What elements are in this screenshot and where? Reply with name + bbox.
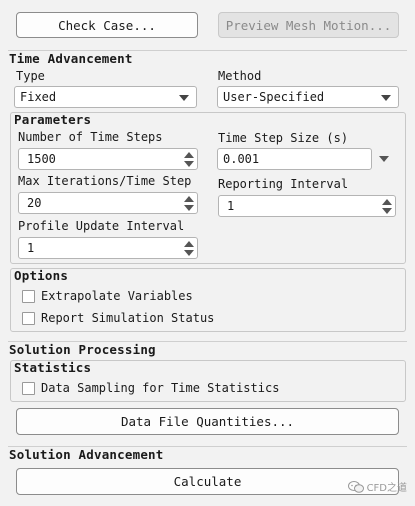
check-case-button[interactable]: Check Case...: [16, 12, 198, 38]
preview-mesh-motion-button: Preview Mesh Motion...: [218, 12, 399, 38]
data-sampling-checkbox[interactable]: [22, 381, 35, 395]
step-size-value: 0.001: [223, 152, 260, 166]
reporting-spinner[interactable]: 1: [218, 195, 396, 217]
extrapolate-label: Extrapolate Variables: [41, 289, 193, 303]
spinner-arrows-icon[interactable]: [184, 240, 194, 257]
extrapolate-checkbox[interactable]: [22, 289, 35, 303]
type-select-value: Fixed: [20, 90, 57, 104]
spinner-arrows-icon[interactable]: [184, 195, 194, 212]
chevron-down-icon: [179, 95, 189, 101]
chevron-down-icon[interactable]: [379, 156, 389, 162]
profile-label: Profile Update Interval: [18, 219, 185, 233]
solution-advancement-title: Solution Advancement: [9, 447, 164, 462]
method-label: Method: [218, 69, 262, 83]
extrapolate-checkbox-row[interactable]: Extrapolate Variables: [22, 289, 193, 303]
solution-processing-title: Solution Processing: [9, 342, 156, 357]
parameters-title: Parameters: [14, 112, 92, 127]
num-steps-value: 1500: [27, 152, 56, 166]
data-sampling-label: Data Sampling for Time Statistics: [41, 381, 280, 395]
spinner-arrows-icon[interactable]: [382, 198, 392, 215]
report-status-checkbox[interactable]: [22, 311, 35, 325]
type-select[interactable]: Fixed: [14, 86, 197, 108]
report-status-checkbox-row[interactable]: Report Simulation Status: [22, 311, 214, 325]
chevron-down-icon: [381, 95, 391, 101]
options-title: Options: [14, 268, 69, 283]
data-file-quantities-button[interactable]: Data File Quantities...: [16, 408, 399, 435]
data-sampling-checkbox-row[interactable]: Data Sampling for Time Statistics: [22, 381, 279, 395]
max-iter-spinner[interactable]: 20: [18, 192, 198, 214]
type-label: Type: [16, 69, 45, 83]
method-select-value: User-Specified: [223, 90, 325, 104]
calculate-button[interactable]: Calculate: [16, 468, 399, 495]
method-select[interactable]: User-Specified: [217, 86, 399, 108]
step-size-label: Time Step Size (s): [218, 131, 349, 145]
reporting-value: 1: [227, 199, 235, 213]
profile-spinner[interactable]: 1: [18, 237, 198, 259]
max-iter-label: Max Iterations/Time Step: [18, 174, 192, 188]
profile-value: 1: [27, 241, 35, 255]
wechat-icon: [347, 480, 364, 493]
max-iter-value: 20: [27, 196, 42, 210]
statistics-title: Statistics: [14, 360, 92, 375]
watermark: CFD之道: [347, 479, 407, 494]
num-steps-label: Number of Time Steps: [18, 130, 163, 144]
report-status-label: Report Simulation Status: [41, 311, 215, 325]
num-steps-spinner[interactable]: 1500: [18, 148, 198, 170]
spinner-arrows-icon[interactable]: [184, 151, 194, 168]
step-size-field[interactable]: 0.001: [217, 148, 372, 170]
time-advancement-title: Time Advancement: [9, 51, 133, 66]
watermark-text: CFD之道: [366, 483, 407, 494]
reporting-label: Reporting Interval: [218, 177, 349, 191]
